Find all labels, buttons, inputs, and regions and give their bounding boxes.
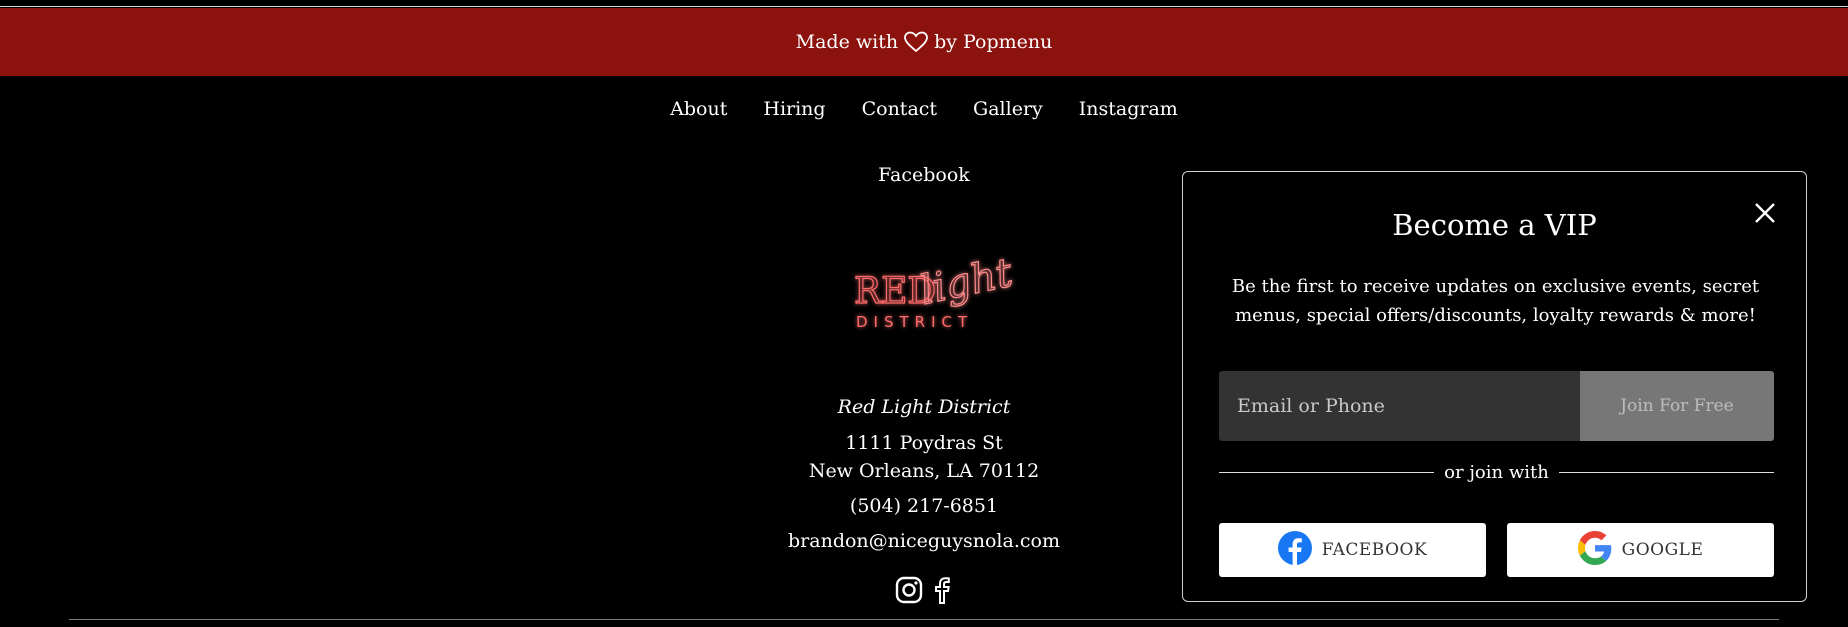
google-logo-icon — [1577, 530, 1612, 570]
vip-title: Become a VIP — [1392, 208, 1597, 242]
divider-line-left — [1219, 472, 1435, 473]
red-light-district-logo[interactable]: RED light DISTRICT — [848, 249, 1018, 340]
google-login-button[interactable]: GOOGLE — [1507, 523, 1774, 577]
facebook-icon[interactable] — [930, 575, 954, 609]
email-or-phone-input[interactable] — [1219, 371, 1580, 441]
facebook-logo-icon — [1277, 530, 1312, 570]
svg-text:DISTRICT: DISTRICT — [856, 313, 973, 331]
or-join-with-divider: or join with — [1219, 462, 1774, 483]
nav-instagram[interactable]: Instagram — [1061, 94, 1196, 124]
vip-signup-form: Join For Free — [1219, 371, 1774, 441]
banner-prefix: Made with — [795, 31, 899, 53]
heart-icon — [904, 31, 928, 53]
google-button-label: GOOGLE — [1621, 540, 1704, 560]
nav-about[interactable]: About — [652, 94, 745, 124]
svg-text:light: light — [916, 255, 1017, 314]
nav-facebook[interactable]: Facebook — [878, 164, 970, 186]
join-for-free-button[interactable]: Join For Free — [1580, 371, 1774, 441]
popmenu-banner: Made with by Popmenu — [0, 8, 1848, 76]
top-divider — [0, 6, 1848, 7]
vip-signup-modal: Become a VIP Be the first to receive upd… — [1182, 171, 1807, 602]
instagram-icon[interactable] — [894, 575, 924, 609]
bottom-divider — [69, 619, 1779, 620]
footer-nav: About Hiring Contact Gallery Instagram — [0, 94, 1848, 124]
vip-description: Be the first to receive updates on exclu… — [1231, 276, 1760, 326]
divider-line-right — [1558, 472, 1774, 473]
banner-suffix: by Popmenu — [934, 31, 1053, 53]
nav-contact[interactable]: Contact — [844, 94, 955, 124]
nav-hiring[interactable]: Hiring — [745, 94, 843, 124]
facebook-button-label: FACEBOOK — [1321, 540, 1428, 560]
facebook-login-button[interactable]: FACEBOOK — [1219, 523, 1486, 577]
nav-gallery[interactable]: Gallery — [955, 94, 1061, 124]
or-join-with-label: or join with — [1444, 462, 1549, 483]
